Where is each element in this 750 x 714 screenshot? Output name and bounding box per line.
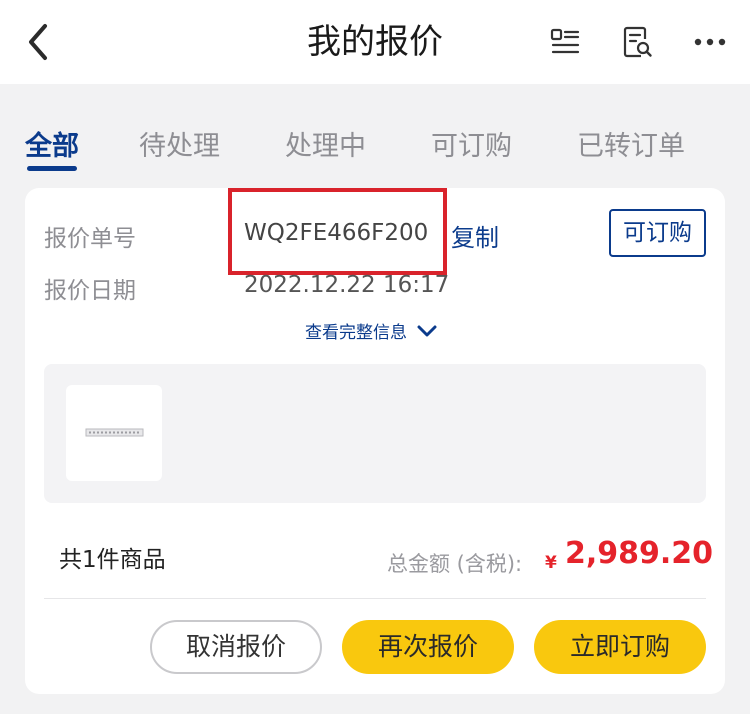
divider: [44, 598, 706, 599]
status-badge: 可订购: [609, 209, 706, 257]
quote-number-label: 报价单号: [44, 226, 136, 252]
tab-pending[interactable]: 待处理: [139, 124, 220, 163]
top-navigation-bar: 我的报价: [0, 0, 750, 84]
chevron-down-icon: [417, 325, 437, 336]
cancel-quote-button[interactable]: 取消报价: [150, 620, 322, 674]
total-amount: 2,989.20: [565, 536, 714, 571]
list-icon: [550, 28, 580, 54]
back-button[interactable]: [14, 18, 62, 66]
more-button[interactable]: [686, 18, 734, 66]
tab-orderable[interactable]: 可订购: [431, 124, 512, 163]
copy-button[interactable]: 复制: [451, 218, 499, 253]
tab-all[interactable]: 全部: [25, 124, 79, 163]
item-count: 共1件商品: [59, 547, 166, 573]
currency-symbol: ¥: [545, 553, 557, 573]
search-document-button[interactable]: [613, 18, 661, 66]
highlight-box: [228, 188, 447, 275]
requote-button[interactable]: 再次报价: [342, 620, 514, 674]
quote-card: 报价单号 WQ2FE466F200 复制 可订购 报价日期 2022.12.22…: [25, 188, 725, 694]
tab-converted-to-order[interactable]: 已转订单: [577, 124, 685, 163]
quote-date: 2022.12.22 16:17: [244, 272, 450, 298]
more-icon: [694, 38, 726, 46]
chevron-left-icon: [29, 24, 47, 60]
view-full-info-label: 查看完整信息: [305, 323, 407, 343]
tab-processing[interactable]: 处理中: [285, 124, 366, 163]
product-image-icon: [85, 428, 144, 437]
quote-date-label: 报价日期: [44, 278, 136, 304]
view-full-info-button[interactable]: 查看完整信息: [305, 318, 437, 343]
status-tabs: 全部 待处理 处理中 可订购 已转订单: [0, 108, 750, 178]
list-view-button[interactable]: [541, 18, 589, 66]
search-document-icon: [623, 26, 652, 58]
order-now-button[interactable]: 立即订购: [534, 620, 706, 674]
product-thumbnail[interactable]: [66, 385, 162, 481]
product-list: [44, 364, 706, 503]
total-amount-label: 总金额 (含税):: [387, 552, 523, 576]
active-tab-indicator: [27, 166, 77, 171]
